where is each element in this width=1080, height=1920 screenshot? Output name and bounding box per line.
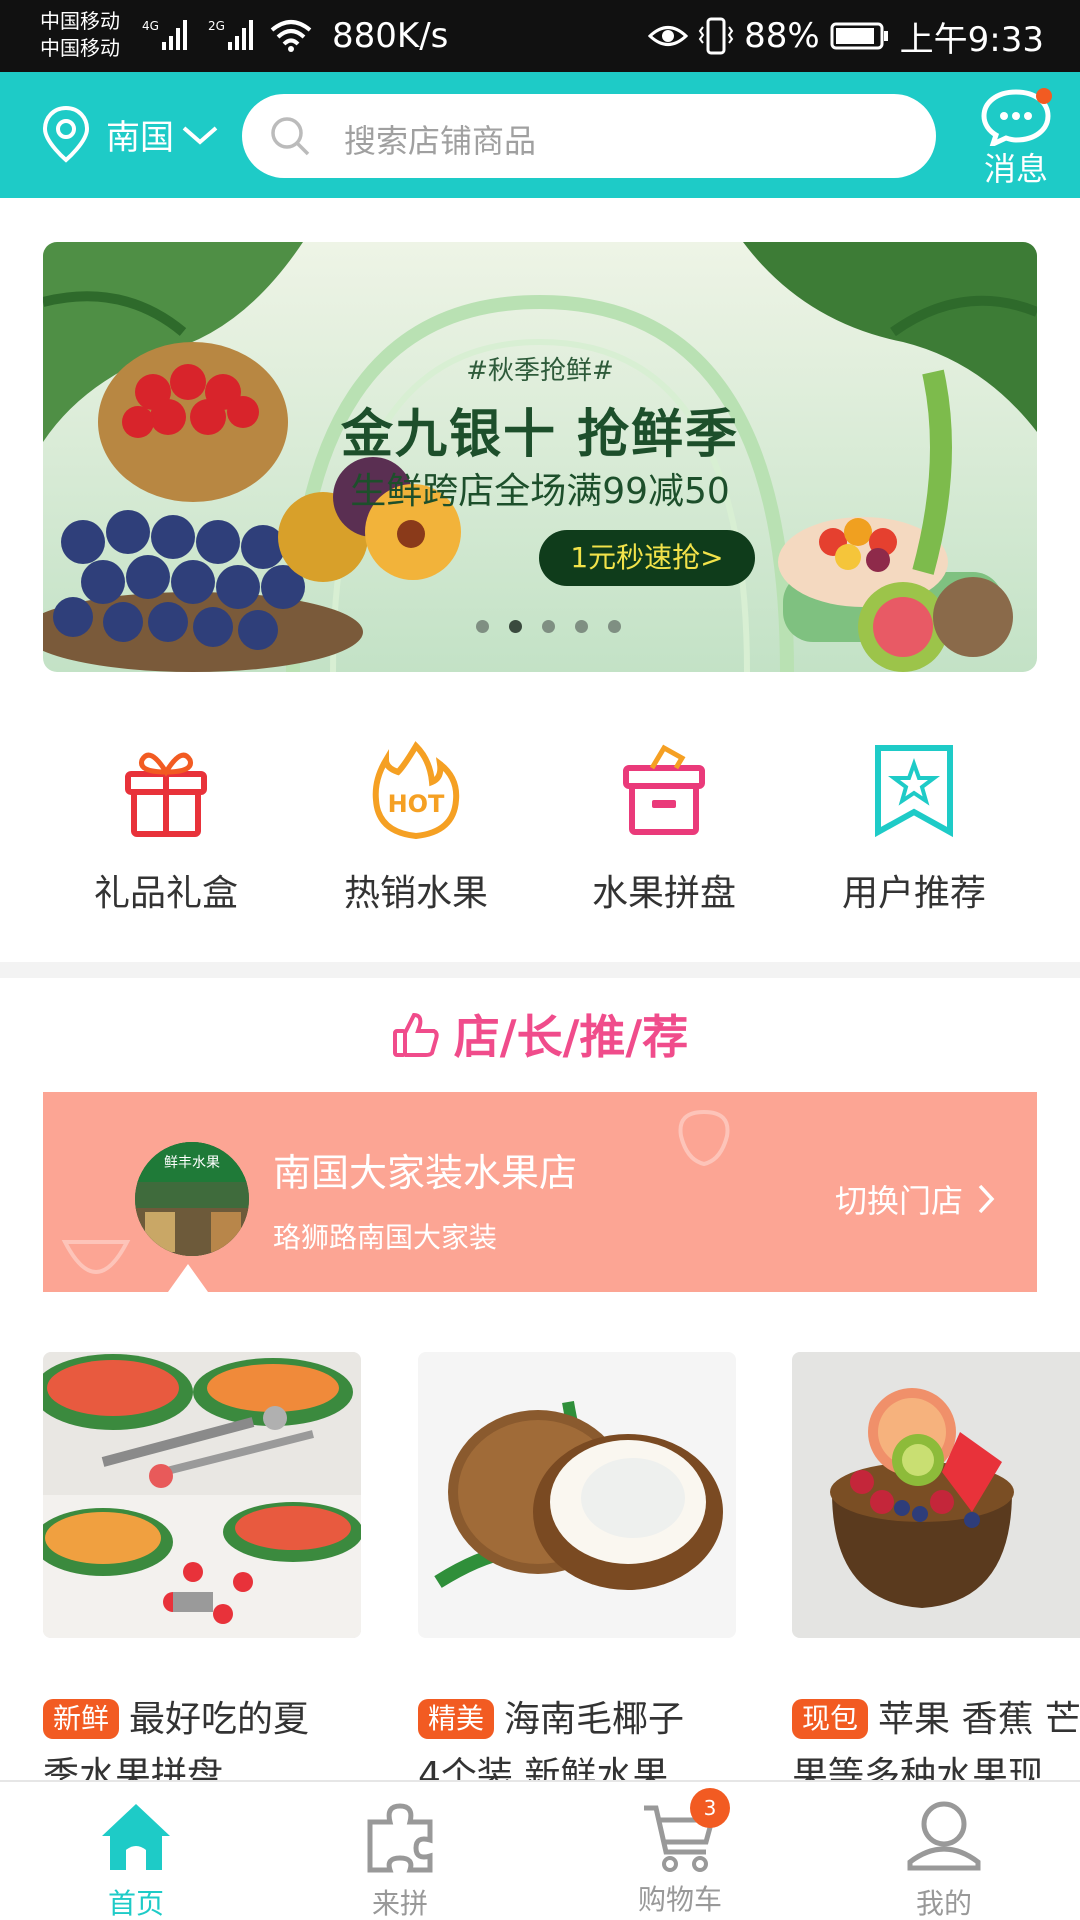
tab-label: 来拼	[371, 1887, 428, 1920]
clock: 上午9:33	[899, 19, 1044, 60]
section-divider	[0, 962, 1080, 978]
search-icon	[271, 117, 310, 156]
hot-flame-icon: HOT	[372, 741, 460, 840]
product-title: 海南毛椰子	[504, 1699, 685, 1740]
cart-icon-wrap: 3	[640, 1788, 730, 1876]
signal-2g-icon: 2G	[208, 19, 253, 50]
category-fruit-platter[interactable]: 水果拼盘	[564, 738, 764, 916]
product-title: 苹果 香蕉 芒	[878, 1699, 1080, 1740]
tab-label: 我的	[915, 1887, 972, 1920]
product-image	[43, 1352, 361, 1638]
location-pin-icon	[42, 105, 90, 163]
product-title: 最好吃的夏	[129, 1699, 310, 1740]
battery-percent: 88%	[744, 16, 820, 56]
watermelon-watermark-icon	[61, 1240, 131, 1274]
tab-label: 购物车	[637, 1883, 722, 1916]
thumbs-up-icon	[392, 1012, 439, 1057]
store-avatar-sign: 鲜丰水果	[164, 1155, 220, 1171]
net-speed: 880K/s	[332, 16, 449, 56]
eye-icon	[648, 26, 689, 46]
carrier-1: 中国移动	[40, 9, 120, 33]
pagination-dot[interactable]	[575, 620, 588, 633]
category-label: 用户推荐	[841, 873, 986, 914]
status-bar: 中国移动 中国移动 4G 2G 880K/s 88% 上午9:33	[0, 0, 1080, 72]
store-card-notch	[168, 1264, 208, 1292]
store-name: 南国大家装水果店	[273, 1151, 578, 1195]
battery-icon	[830, 22, 888, 50]
pagination-dot[interactable]	[542, 620, 555, 633]
chevron-down-icon	[182, 126, 218, 145]
product-badge: 现包	[792, 1699, 869, 1739]
coconut-image	[418, 1352, 736, 1638]
store-card: 鲜丰水果 南国大家装水果店 珞狮路南国大家装 切换门店	[43, 1092, 1037, 1292]
product-image	[792, 1352, 1080, 1638]
banner-subtitle: 生鲜跨店全场满99减50	[350, 471, 730, 512]
wifi-icon	[270, 20, 312, 52]
status-right: 88% 上午9:33	[648, 16, 1044, 60]
product-badge: 新鲜	[43, 1699, 120, 1739]
tab-group-buy[interactable]: 来拼	[320, 1796, 480, 1920]
box-icon	[623, 744, 705, 835]
star-bookmark-icon	[875, 745, 953, 838]
vibrate-icon	[698, 17, 734, 55]
product-image	[418, 1352, 736, 1638]
app-header: 南国 搜索店铺商品 消息	[0, 72, 1080, 198]
category-label: 热销水果	[343, 873, 488, 914]
switch-store-button[interactable]: 切换门店	[835, 1176, 995, 1222]
carrier-2: 中国移动	[40, 36, 120, 60]
switch-store-label: 切换门店	[834, 1182, 963, 1220]
category-user-recommend[interactable]: 用户推荐	[814, 738, 1014, 916]
chat-bubble-icon	[981, 88, 1052, 146]
message-button[interactable]: 消息	[966, 86, 1066, 188]
tab-profile[interactable]: 我的	[864, 1796, 1024, 1920]
app-screen: 中国移动 中国移动 4G 2G 880K/s 88% 上午9:33 南国 搜索店…	[0, 0, 1080, 1920]
product-card[interactable]: 新鲜 最好吃的夏 季水果拼盘	[43, 1352, 361, 1796]
search-input[interactable]: 搜索店铺商品	[242, 94, 936, 178]
fruit-bowl-image	[792, 1352, 1080, 1638]
pagination-dot[interactable]	[608, 620, 621, 633]
tab-home[interactable]: 首页	[56, 1796, 216, 1920]
pagination-dot-active[interactable]	[509, 620, 522, 633]
gift-icon	[125, 752, 207, 837]
puzzle-icon	[367, 1803, 433, 1873]
home-icon	[102, 1804, 170, 1870]
strawberry-watermark-icon	[678, 1109, 730, 1167]
category-row: 礼品礼盒 HOT 热销水果 水果拼盘 用户推荐	[0, 738, 1080, 918]
message-label: 消息	[983, 150, 1048, 188]
product-badge: 精美	[418, 1699, 495, 1739]
chevron-right-icon	[978, 1184, 995, 1214]
store-avatar: 鲜丰水果	[135, 1142, 249, 1256]
tab-cart[interactable]: 3 购物车	[600, 1788, 760, 1918]
carrier-info: 中国移动 中国移动	[40, 8, 120, 62]
svg-text:HOT: HOT	[388, 790, 445, 818]
section-title-text: 店/长/推/荐	[453, 1010, 689, 1064]
signal-4g-label: 4G	[142, 19, 159, 33]
banner-pagination	[476, 620, 621, 633]
product-card[interactable]: 精美 海南毛椰子 4个装 新鲜水果	[418, 1352, 736, 1796]
promo-banner[interactable]: #秋季抢鲜# 金九银十 抢鲜季 生鲜跨店全场满99减50 1元秒速抢>	[43, 242, 1037, 672]
cart-count-badge: 3	[690, 1788, 730, 1828]
fruit-tools-image	[43, 1352, 361, 1638]
signal-2g-label: 2G	[208, 19, 225, 33]
category-hot-fruit[interactable]: HOT 热销水果	[316, 738, 516, 916]
category-gift[interactable]: 礼品礼盒	[66, 738, 266, 916]
tab-label: 首页	[107, 1887, 164, 1920]
location-name: 南国	[106, 117, 174, 158]
banner-cta-button[interactable]: 1元秒速抢>	[539, 530, 755, 586]
banner-tag: #秋季抢鲜#	[466, 356, 614, 386]
user-icon	[907, 1801, 981, 1871]
pagination-dot[interactable]	[476, 620, 489, 633]
search-placeholder: 搜索店铺商品	[344, 122, 537, 160]
category-label: 礼品礼盒	[93, 873, 238, 914]
store-address: 珞狮路南国大家装	[273, 1221, 498, 1254]
category-label: 水果拼盘	[591, 873, 736, 914]
signal-4g-icon: 4G	[142, 19, 187, 50]
section-title: 店/长/推/荐	[0, 1004, 1080, 1064]
bottom-tab-bar: 首页 来拼 3 购物车 我的	[0, 1780, 1080, 1920]
product-card[interactable]: 现包 苹果 香蕉 芒 果等多种水果现	[792, 1352, 1080, 1796]
banner-title: 金九银十 抢鲜季	[340, 405, 740, 465]
location-selector[interactable]: 南国	[40, 104, 220, 164]
